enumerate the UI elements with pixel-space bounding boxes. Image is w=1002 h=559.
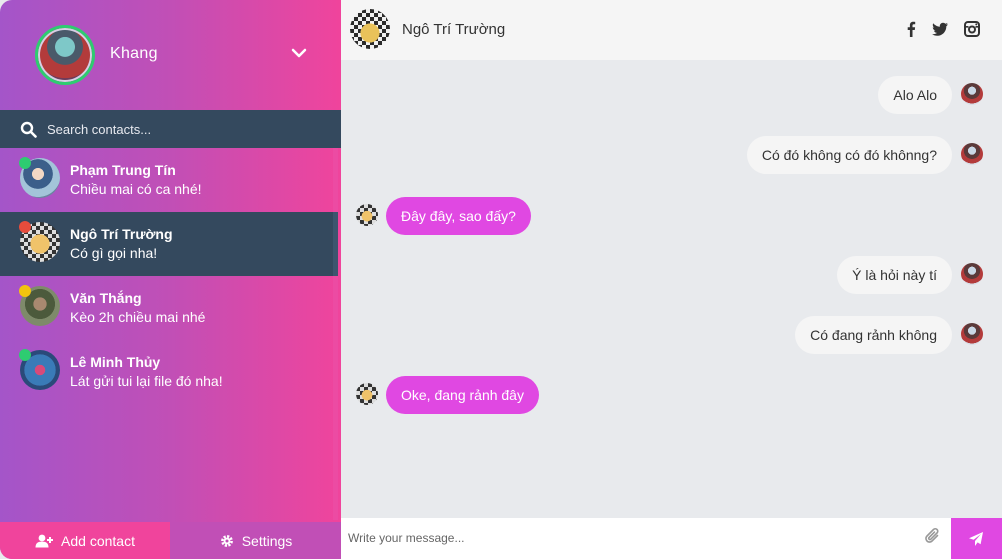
message-sent: Ý là hỏi này tí — [341, 256, 1002, 294]
twitter-icon[interactable] — [931, 20, 949, 38]
sidebar-bottom-bar: Add contact Settings — [0, 522, 341, 559]
message-bubble: Có đang rảnh không — [795, 316, 952, 354]
search-input[interactable] — [47, 116, 327, 142]
add-user-icon — [35, 534, 54, 547]
message-bubble: Ý là hỏi này tí — [837, 256, 952, 294]
contact-last-message: Kèo 2h chiều mai nhé — [70, 309, 206, 325]
contact-item-van-thang[interactable]: Văn Thắng Kèo 2h chiều mai nhé — [0, 276, 333, 340]
receiver-avatar — [356, 383, 378, 405]
message-composer — [341, 518, 1002, 559]
user-name: Khang — [110, 45, 158, 62]
settings-button[interactable]: Settings — [171, 522, 341, 559]
message-received: Đây đây, sao đấy? — [341, 197, 1002, 235]
gear-icon — [220, 534, 233, 547]
contact-name: Ngô Trí Trường — [70, 226, 173, 242]
contact-last-message: Chiều mai có ca nhé! — [70, 181, 202, 197]
facebook-icon[interactable] — [902, 20, 920, 38]
status-dot-away — [19, 285, 31, 297]
sender-avatar — [961, 83, 983, 105]
message-sent: Có đang rảnh không — [341, 316, 1002, 354]
search-bar — [0, 110, 341, 148]
contact-item-pham-trung-tin[interactable]: Phạm Trung Tín Chiều mai có ca nhé! — [0, 148, 333, 212]
message-received: Oke, đang rảnh đây — [341, 376, 1002, 414]
message-input[interactable] — [348, 526, 908, 550]
sender-avatar — [961, 323, 983, 345]
message-bubble: Có đó không có đó khônng? — [746, 136, 952, 174]
message-sent: Có đó không có đó khônng? — [341, 136, 1002, 174]
search-icon — [20, 121, 37, 138]
contact-name: Phạm Trung Tín — [70, 162, 176, 178]
message-list: Alo Alo Có đó không có đó khônng? Đây đâ… — [341, 60, 1002, 518]
contact-name: Văn Thắng — [70, 290, 142, 306]
paperclip-icon[interactable] — [924, 527, 942, 545]
user-profile: Khang — [0, 0, 341, 110]
message-bubble: Đây đây, sao đấy? — [386, 197, 531, 235]
sender-avatar — [961, 143, 983, 165]
add-contact-label: Add contact — [61, 532, 135, 549]
send-button[interactable] — [951, 518, 1002, 559]
chat-contact-name: Ngô Trí Trường — [402, 21, 506, 38]
message-sent: Alo Alo — [341, 76, 1002, 114]
sender-avatar — [961, 263, 983, 285]
receiver-avatar — [356, 204, 378, 226]
settings-label: Settings — [241, 532, 293, 549]
status-dot-online — [19, 157, 31, 169]
chat-header: Ngô Trí Trường — [341, 0, 1002, 60]
messenger-app: Khang Phạm Trung Tín Chiều mai có ca nhé… — [0, 0, 1002, 559]
contact-last-message: Lát gửi tui lại file đó nha! — [70, 373, 223, 389]
contact-item-ngo-tri-truong[interactable]: Ngô Trí Trường Có gì gọi nha! — [0, 212, 333, 276]
paper-plane-icon — [969, 532, 983, 546]
chat-contact-avatar[interactable] — [350, 9, 390, 49]
status-dot-busy — [19, 221, 31, 233]
contact-name: Lê Minh Thủy — [70, 354, 161, 370]
sidebar: Khang Phạm Trung Tín Chiều mai có ca nhé… — [0, 0, 341, 559]
add-contact-button[interactable]: Add contact — [0, 522, 170, 559]
contact-list-scrollbar[interactable] — [333, 148, 338, 520]
instagram-icon[interactable] — [963, 20, 981, 38]
contact-list: Phạm Trung Tín Chiều mai có ca nhé! Ngô … — [0, 148, 333, 520]
user-avatar[interactable] — [35, 25, 95, 85]
chevron-down-icon[interactable] — [290, 44, 308, 62]
contact-item-le-minh-thuy[interactable]: Lê Minh Thủy Lát gửi tui lại file đó nha… — [0, 340, 333, 404]
message-bubble: Oke, đang rảnh đây — [386, 376, 539, 414]
scrollbar-thumb[interactable] — [333, 212, 338, 276]
contact-last-message: Có gì gọi nha! — [70, 245, 158, 261]
message-bubble: Alo Alo — [878, 76, 952, 114]
status-dot-online — [19, 349, 31, 361]
